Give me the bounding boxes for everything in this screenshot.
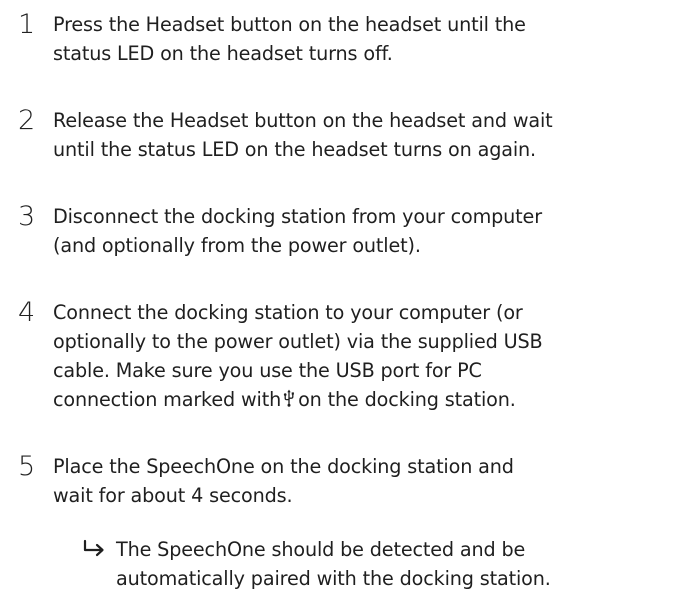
step-text-line: status LED on the headset turns off. [53, 42, 393, 65]
step-text-before-icon: connection marked with [53, 388, 282, 411]
step-number: 2 [18, 105, 36, 136]
step-text-line: Disconnect the docking station from your… [53, 205, 542, 228]
step-text-line: cable. Make sure you use the USB port fo… [53, 359, 482, 382]
step-text: Disconnect the docking station from your… [53, 202, 673, 260]
step-number: 3 [18, 201, 36, 232]
step-text-line: Release the Headset button on the headse… [53, 109, 553, 132]
step-text: Place the SpeechOne on the docking stati… [53, 452, 673, 510]
step-text: Press the Headset button on the headset … [53, 10, 673, 68]
step-text-line: until the status LED on the headset turn… [53, 138, 536, 161]
result-text-line: automatically paired with the docking st… [116, 567, 551, 590]
step-text: Connect the docking station to your comp… [53, 298, 673, 414]
step-number: 4 [18, 297, 36, 328]
step-text-line: optionally to the power outlet) via the … [53, 330, 543, 353]
result-text: The SpeechOne should be detected and be … [116, 535, 673, 593]
step-text-line: Connect the docking station to your comp… [53, 301, 523, 324]
step-number: 5 [18, 451, 36, 482]
step-text: Release the Headset button on the headse… [53, 106, 673, 164]
usb-icon [283, 389, 294, 407]
step-text-line-with-icon: connection marked with on the docking st… [53, 385, 673, 414]
page: { "steps": [ { "number": "1", "lines": [… [0, 0, 673, 613]
step-text-line: Press the Headset button on the headset … [53, 13, 526, 36]
step-text-line: (and optionally from the power outlet). [53, 234, 421, 257]
result-arrow-icon [83, 539, 104, 557]
step-number: 1 [18, 9, 36, 40]
step-text-line: Place the SpeechOne on the docking stati… [53, 455, 514, 478]
step-text-line: wait for about 4 seconds. [53, 484, 293, 507]
step-text-after-icon: on the docking station. [298, 388, 516, 411]
result-text-line: The SpeechOne should be detected and be [116, 538, 526, 561]
